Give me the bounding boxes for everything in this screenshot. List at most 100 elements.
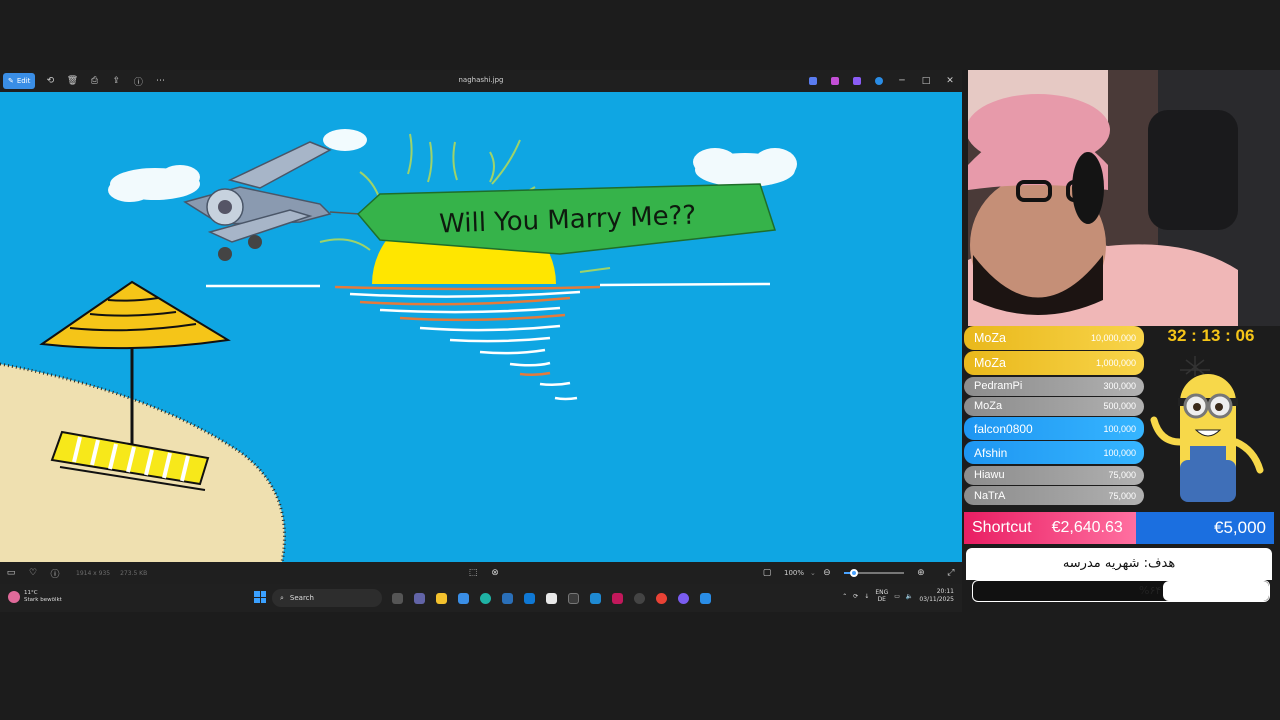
weather-desc: Stark bewölkt xyxy=(24,597,62,603)
image-dimensions: 1914 x 935 xyxy=(76,569,111,577)
terminal-icon[interactable] xyxy=(564,590,582,606)
copilot-icon[interactable] xyxy=(846,73,868,89)
chatgpt-icon[interactable] xyxy=(630,590,648,606)
search-placeholder: Search xyxy=(289,594,314,602)
maximize-button[interactable]: □ xyxy=(914,70,938,92)
close-button[interactable]: ✕ xyxy=(938,70,962,92)
donor-row: falcon0800 100,000 xyxy=(964,417,1144,441)
download-icon[interactable]: ↓ xyxy=(864,593,869,600)
clock-date: 03/11/2025 xyxy=(919,596,954,603)
edit-icon: ✎ xyxy=(8,77,14,85)
sync-icon[interactable]: ⟳ xyxy=(853,593,858,600)
donor-amount: 75,000 xyxy=(1108,470,1136,481)
clock[interactable]: 20:11 03/11/2025 xyxy=(919,588,954,604)
zoom-slider[interactable] xyxy=(843,569,904,577)
fullscreen-icon[interactable]: ⤢ xyxy=(940,565,962,581)
edge-icon[interactable] xyxy=(476,590,494,606)
windows-start-icon[interactable] xyxy=(254,591,266,603)
file-size: 273.5 KB xyxy=(120,569,148,577)
donor-name: Hiawu xyxy=(974,469,1005,482)
language-indicator[interactable]: ENG DE xyxy=(875,589,888,603)
file-explorer-icon[interactable] xyxy=(432,590,450,606)
beach-drawing: Will You Marry Me?? xyxy=(0,92,962,562)
donor-amount: 100,000 xyxy=(1103,423,1136,434)
donor-row: PedramPi 300,000 xyxy=(964,376,1144,396)
streamer-video xyxy=(968,70,1280,326)
donor-amount: 10,000,000 xyxy=(1090,333,1136,343)
task-view-icon[interactable] xyxy=(388,590,406,606)
clipchamp-icon[interactable] xyxy=(802,73,824,89)
weather-widget[interactable]: 11°C Stark bewölkt xyxy=(8,590,62,604)
photos-icon[interactable] xyxy=(696,590,714,606)
donor-amount: 100,000 xyxy=(1103,447,1136,458)
donor-amount: 75,000 xyxy=(1108,490,1136,501)
share-icon[interactable]: ⇪ xyxy=(105,73,127,89)
chevron-up-icon[interactable]: ⌃ xyxy=(842,593,847,600)
visual-search-icon[interactable]: ⊗ xyxy=(484,565,506,581)
onedrive-icon[interactable] xyxy=(868,73,890,89)
app-icon[interactable] xyxy=(498,590,516,606)
system-tray: ⌃ ⟳ ↓ ENG DE ▭ 🔈 20:11 03/11/2025 xyxy=(842,588,954,604)
minimize-button[interactable]: ─ xyxy=(890,70,914,92)
image-canvas: Will You Marry Me?? xyxy=(0,92,962,562)
lang-top: ENG xyxy=(875,589,889,596)
snipping-icon[interactable] xyxy=(542,590,560,606)
goal-percent: %۶۴ xyxy=(1139,584,1162,597)
screen: ✎ Edit ⟲ 🗑 ⎙ ⇪ ⓘ ⋯ naghashi.jpg ─ □ ✕ Wi… xyxy=(0,0,1280,720)
delete-icon[interactable]: 🗑 xyxy=(61,73,83,89)
vscode-icon[interactable] xyxy=(586,590,604,606)
donor-row: MoZa 1,000,000 xyxy=(964,351,1144,376)
donor-row: NaTrA 75,000 xyxy=(964,486,1144,506)
donor-row: MoZa 500,000 xyxy=(964,396,1144,416)
donation-goal-bar: Shortcut €2,640.63 €5,000 xyxy=(964,512,1274,544)
webcam-feed xyxy=(968,70,1280,326)
outlook-icon[interactable] xyxy=(520,590,538,606)
status-bar: ▭ ♡ ⓘ 1914 x 935 273.5 KB ⬚ ⊗ ▢ 100% ⌄ ⊖… xyxy=(0,562,962,584)
raised-amount: €2,640.63 xyxy=(1051,519,1123,536)
chrome-icon[interactable] xyxy=(652,590,670,606)
goal-target: €5,000 xyxy=(1214,518,1266,537)
weather-temp: 11°C xyxy=(24,590,38,596)
goal-title-box: هدف: شهریه مدرسه xyxy=(966,548,1272,580)
zoom-level[interactable]: 100% xyxy=(784,569,804,577)
edit-button[interactable]: ✎ Edit xyxy=(3,73,36,89)
minion-mascot xyxy=(1150,350,1264,510)
donor-amount: 500,000 xyxy=(1103,401,1136,412)
info-icon[interactable]: ⓘ xyxy=(127,73,149,89)
rotate-icon[interactable]: ⟲ xyxy=(39,73,61,89)
donor-name: PedramPi xyxy=(974,380,1023,393)
donor-name: MoZa xyxy=(974,331,1006,345)
donor-name: falcon0800 xyxy=(974,421,1033,436)
volume-icon[interactable]: 🔈 xyxy=(906,593,913,600)
file-info-icon[interactable]: ⓘ xyxy=(44,565,66,581)
lang-bottom: DE xyxy=(877,596,886,603)
search-icon: ⌕ xyxy=(280,593,284,602)
zoom-out-icon[interactable]: ⊖ xyxy=(816,565,838,581)
pinned-apps xyxy=(388,590,714,606)
shortcut-label: Shortcut xyxy=(972,519,1032,536)
filmstrip-icon[interactable]: ▭ xyxy=(0,565,22,581)
title-bar: ✎ Edit ⟲ 🗑 ⎙ ⇪ ⓘ ⋯ naghashi.jpg ─ □ ✕ xyxy=(0,70,962,92)
network-icon[interactable]: ▭ xyxy=(894,593,900,600)
designer-icon[interactable] xyxy=(824,73,846,89)
goal-title: هدف: شهریه مدرسه xyxy=(1062,556,1176,571)
print-icon[interactable]: ⎙ xyxy=(83,73,105,89)
cloud-small xyxy=(323,129,367,151)
teams-icon[interactable] xyxy=(410,590,428,606)
crop-icon[interactable]: ⬚ xyxy=(462,565,484,581)
store-icon[interactable] xyxy=(454,590,472,606)
photos-window: ✎ Edit ⟲ 🗑 ⎙ ⇪ ⓘ ⋯ naghashi.jpg ─ □ ✕ Wi… xyxy=(0,70,962,610)
donor-name: NaTrA xyxy=(974,489,1006,502)
donor-name: Afshin xyxy=(974,445,1008,460)
zoom-in-icon[interactable]: ⊕ xyxy=(910,565,932,581)
stream-timer: 32 : 13 : 06 xyxy=(1167,326,1255,345)
more-icon[interactable]: ⋯ xyxy=(149,73,171,89)
taskbar-search[interactable]: ⌕ Search xyxy=(272,589,382,607)
weather-icon xyxy=(8,591,20,603)
discord-icon[interactable] xyxy=(674,590,692,606)
rider-icon[interactable] xyxy=(608,590,626,606)
clock-time: 20:11 xyxy=(936,588,954,595)
fit-window-icon[interactable]: ▢ xyxy=(756,565,778,581)
favorite-icon[interactable]: ♡ xyxy=(22,565,44,581)
donor-name: MoZa xyxy=(974,400,1003,413)
